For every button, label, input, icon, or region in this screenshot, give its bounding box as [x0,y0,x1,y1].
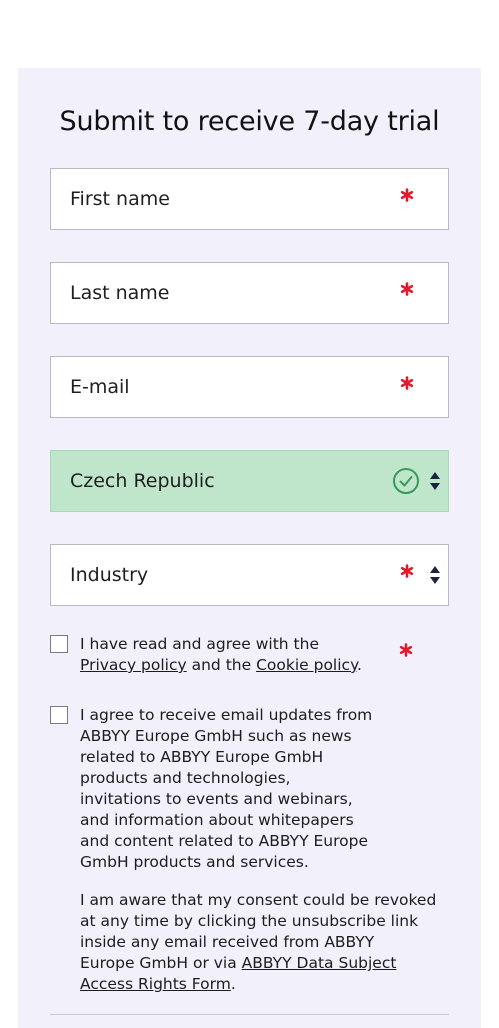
privacy-consent-intro: I have read and agree with the [80,635,319,653]
first-name-placeholder: First name [70,188,170,210]
privacy-consent-middle: and the [186,656,257,674]
first-name-field[interactable]: First name [50,168,449,230]
marketing-line: ABBYY Europe GmbH such as news [80,727,352,745]
divider [50,1014,449,1015]
marketing-line: invitations to events and webinars, [80,790,353,808]
revoke-line: I am aware that my consent could be revo… [80,891,437,909]
select-arrows-icon[interactable] [429,564,441,586]
marketing-line: GmbH products and services. [80,853,309,871]
marketing-line: and content related to ABBYY Europe [80,832,368,850]
marketing-consent-text: I agree to receive email updates from AB… [80,705,460,873]
required-asterisk-icon [400,376,414,390]
data-subject-access-link-cont[interactable]: Access Rights Form [80,975,231,993]
required-asterisk-icon [399,643,413,657]
email-placeholder: E-mail [70,376,130,398]
revoke-line: at any time by clicking the unsubscribe … [80,912,419,930]
required-asterisk-icon [400,564,414,578]
revoke-line: inside any email received from ABBYY [80,933,375,951]
required-asterisk-icon [400,188,414,202]
select-arrows-icon[interactable] [429,470,441,492]
country-value: Czech Republic [70,470,215,492]
marketing-line: and information about whitepapers [80,811,354,829]
revoke-end: . [230,975,236,993]
data-subject-access-link[interactable]: ABBYY Data Subject [242,954,397,972]
revoke-line: Europe GmbH or via [80,954,242,972]
privacy-consent-text: I have read and agree with the Privacy p… [80,634,390,676]
privacy-consent-checkbox[interactable] [50,635,68,653]
last-name-placeholder: Last name [70,282,170,304]
check-circle-icon [392,467,420,495]
privacy-consent-end: . [357,656,362,674]
revoke-consent-text: I am aware that my consent could be revo… [80,890,470,995]
form-title: Submit to receive 7-day trial [59,106,440,137]
industry-select[interactable]: Industry [50,544,449,606]
required-asterisk-icon [400,282,414,296]
last-name-field[interactable]: Last name [50,262,449,324]
marketing-line: related to ABBYY Europe GmbH [80,748,324,766]
industry-placeholder: Industry [70,564,149,586]
cookie-policy-link[interactable]: Cookie policy [256,656,357,674]
country-select[interactable]: Czech Republic [50,450,449,512]
privacy-policy-link[interactable]: Privacy policy [80,656,187,674]
marketing-consent-checkbox[interactable] [50,706,68,724]
marketing-line: I agree to receive email updates from [80,706,373,724]
email-field[interactable]: E-mail [50,356,449,418]
marketing-line: products and technologies, [80,769,291,787]
